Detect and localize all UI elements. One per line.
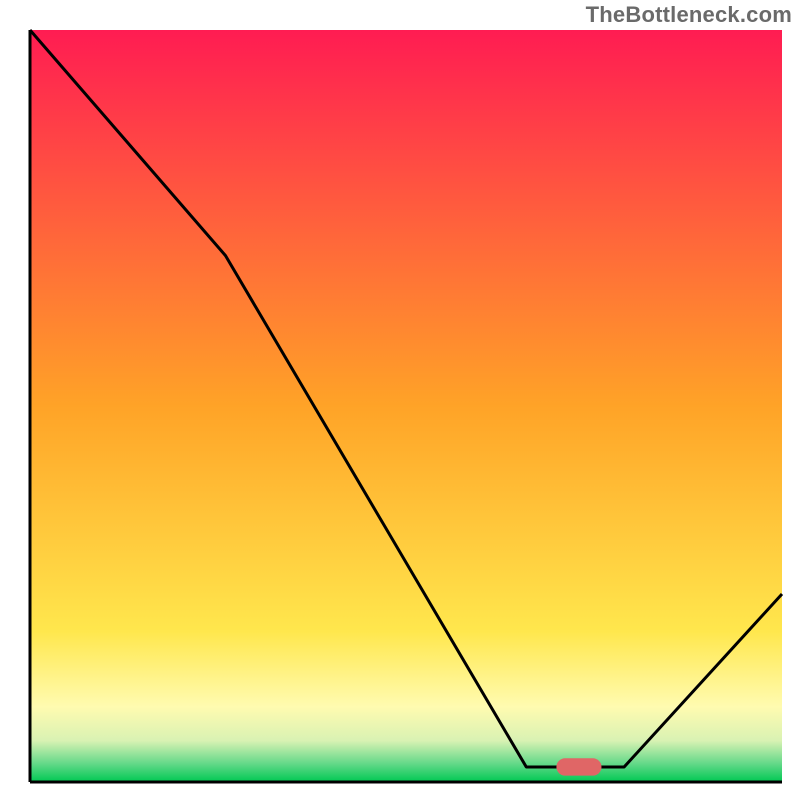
optimal-point-marker: [556, 758, 601, 775]
plot-background: [30, 30, 782, 782]
bottleneck-curve-chart: [0, 0, 800, 800]
chart-stage: TheBottleneck.com: [0, 0, 800, 800]
